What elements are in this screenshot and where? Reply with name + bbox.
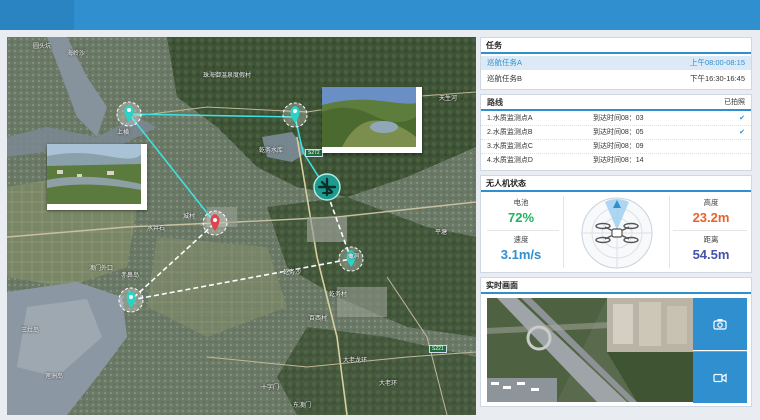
route-panel-header: 路线 已拍照 <box>481 95 751 111</box>
divider <box>563 196 564 268</box>
check-icon <box>731 140 745 153</box>
map-place-label: 珠海御温泉度假村 <box>203 73 252 79</box>
map-place-label: 东澳门 <box>293 403 312 409</box>
route-point: 4.水质监测点D <box>487 157 533 164</box>
video-camera-icon <box>713 372 727 383</box>
map-place-label: 上横 <box>117 130 130 136</box>
task-time: 上午08:00-08:15 <box>689 58 745 67</box>
task-panel: 任务 巡航任务A 上午08:00-08:15 巡航任务B 下午16:30-16:… <box>480 37 752 90</box>
task-name: 巡航任务B <box>487 74 523 83</box>
route-point: 2.水质监测点B <box>487 129 533 136</box>
top-bar <box>0 0 760 30</box>
map-place-label: 乾务村 <box>329 292 348 298</box>
waypoint-marker-a[interactable] <box>116 101 142 127</box>
map-place-label: 澳门外口 <box>89 266 114 272</box>
task-item-b[interactable]: 巡航任务B 下午16:30-16:45 <box>481 72 751 86</box>
route-panel-title: 路线 <box>487 98 503 107</box>
route-point: 1.水质监测点A <box>487 115 533 122</box>
divider <box>487 230 559 231</box>
distance-stat: 距离 54.5m <box>673 234 749 262</box>
map-place-label: 天生河 <box>439 96 458 102</box>
route-panel: 路线 已拍照 1.水质监测点A 到达时间08：03 ✔ 2.水质监测点B 到达时… <box>480 94 752 171</box>
drone-status-panel: 无人机状态 电池 72% 速度 3.1m/s 高度 23.2m 距离 54.5m <box>480 175 752 273</box>
map-place-label: S272 <box>305 149 323 157</box>
top-bar-tab[interactable] <box>0 0 74 30</box>
route-row[interactable]: 1.水质监测点A 到达时间08：03 ✔ <box>481 112 751 126</box>
map-place-label: 圆头坑 <box>33 44 52 50</box>
take-photo-button[interactable] <box>693 298 747 350</box>
altitude-value: 23.2m <box>692 210 730 225</box>
live-view-title: 实时画面 <box>481 278 751 294</box>
route-arrival: 到达时间08：09 <box>593 143 644 150</box>
distance-value: 54.5m <box>692 247 730 262</box>
battery-value: 72% <box>507 210 535 225</box>
waypoint-photo-b[interactable] <box>322 87 422 153</box>
map-place-label: 十字门 <box>261 385 280 391</box>
task-panel-title: 任务 <box>481 38 751 54</box>
route-arrival: 到达时间08：14 <box>593 157 644 164</box>
map-place-label: 大老龙环 <box>343 358 368 364</box>
map-place-label: 虎洞 <box>347 254 360 260</box>
map-place-label: S221 <box>429 345 447 353</box>
divider <box>669 196 670 268</box>
route-arrival: 到达时间08：03 <box>593 115 644 122</box>
record-video-button[interactable] <box>693 351 747 403</box>
check-icon <box>731 154 745 168</box>
map-place-label: 平塘 <box>435 230 448 236</box>
map-place-label: 百西村 <box>309 316 328 322</box>
check-icon: ✔ <box>739 115 745 122</box>
altitude-stat: 高度 23.2m <box>673 197 749 225</box>
camera-icon <box>713 319 727 330</box>
route-row[interactable]: 4.水质监测点D 到达时间08：14 <box>481 154 751 168</box>
divider <box>673 230 747 231</box>
route-row[interactable]: 2.水质监测点B 到达时间08：05 ✔ <box>481 126 751 140</box>
waypoint-marker-d[interactable] <box>118 287 144 313</box>
distance-label: 距离 <box>703 235 719 244</box>
drone-status-title: 无人机状态 <box>481 176 751 192</box>
live-video-feed[interactable] <box>487 298 693 402</box>
route-arrival: 到达时间08：05 <box>593 129 644 136</box>
drone-position-icon[interactable] <box>313 173 341 201</box>
route-row[interactable]: 3.水质监测点C 到达时间08：09 <box>481 140 751 154</box>
map-place-label: 莲洲岛 <box>45 374 64 380</box>
photographed-column-label: 已拍照 <box>724 99 745 106</box>
altitude-label: 高度 <box>703 198 719 207</box>
waypoint-marker-current[interactable] <box>202 210 228 236</box>
check-icon: ✔ <box>739 129 745 136</box>
route-point: 3.水质监测点C <box>487 143 533 150</box>
task-time: 下午16:30-16:45 <box>689 74 745 83</box>
map-place-label: 大老环 <box>379 381 398 387</box>
waypoint-photo-a[interactable] <box>47 144 147 210</box>
waypoint-marker-b[interactable] <box>282 102 308 128</box>
speed-value: 3.1m/s <box>500 247 542 262</box>
map-place-label: 水井石 <box>147 226 166 232</box>
speed-label: 速度 <box>513 235 529 244</box>
map-place-label: 乾务水库 <box>259 148 284 154</box>
satellite-map[interactable]: 圆头坑 海岭沙 珠海御温泉度假村 天生河 上横 乾务水库 S272 城村 水井石 澳门外口 赤鼻岛乾… <box>7 37 476 415</box>
battery-label: 电池 <box>513 198 529 207</box>
task-item-a[interactable]: 巡航任务A 上午08:00-08:15 <box>481 56 751 70</box>
map-place-label: 乾务沙 <box>283 270 302 276</box>
map-place-label: 海岭沙 <box>67 51 86 57</box>
battery-stat: 电池 72% <box>483 197 559 225</box>
speed-stat: 速度 3.1m/s <box>483 234 559 262</box>
live-view-panel: 实时画面 <box>480 277 752 407</box>
drone-attitude-icon <box>581 197 653 269</box>
map-place-label: 三灶岛 <box>21 328 40 334</box>
map-place-label: 赤鼻岛 <box>121 273 140 279</box>
task-name: 巡航任务A <box>487 58 523 67</box>
map-place-label: 城村 <box>183 214 196 220</box>
